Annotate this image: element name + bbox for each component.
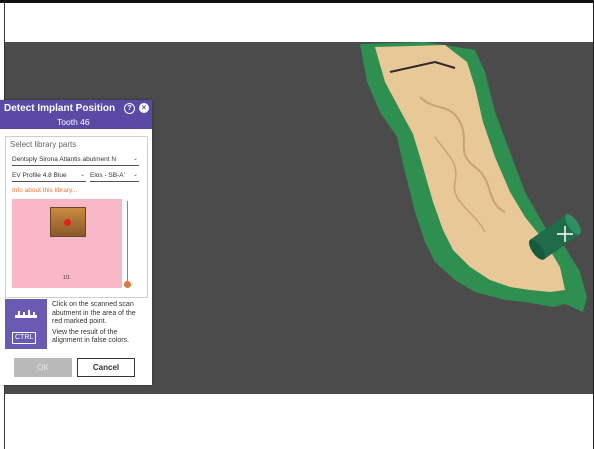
hint-text: Click on the scanned scan abutment in th… [52,301,146,348]
dialog-header: Detect Implant Position Tooth 46 ? × [0,100,152,129]
hint-line-2: View the result of the alignment in fals… [52,328,130,345]
library-part-preview[interactable]: 1/1 [12,199,122,288]
scan-abutment-icon [15,310,37,318]
dialog-title: Detect Implant Position [4,103,116,114]
hint-line-1: Click on the scanned scan abutment in th… [52,301,136,325]
library-parts-panel: Select library parts Dentsply Sirona Atl… [5,136,148,298]
type-select-value: Elos - SB-A' [90,172,125,179]
library-parts-label: Select library parts [10,140,77,149]
cancel-button[interactable]: Cancel [77,358,135,377]
preview-slider-thumb[interactable] [124,281,131,288]
preview-slider-track[interactable] [127,201,128,283]
instruction-hint: CTRL Click on the scanned scan abutment … [5,299,146,349]
chevron-down-icon: ⌄ [132,172,138,178]
ok-button[interactable]: OK [14,358,72,377]
type-select[interactable]: Elos - SB-A' ⌄ [90,170,139,182]
window-top-border [0,0,594,3]
ctrl-key-badge: CTRL [12,332,37,344]
chevron-down-icon: ⌄ [132,156,138,162]
profile-select[interactable]: EV Profile 4.8 Blue ⌄ [12,170,86,182]
detect-implant-dialog: Detect Implant Position Tooth 46 ? × Sel… [0,100,152,385]
manufacturer-select-value: Dentsply Sirona Atlantis abutment N [12,156,117,163]
library-info-link[interactable]: Info about this library... [12,187,77,194]
manufacturer-select[interactable]: Dentsply Sirona Atlantis abutment N ⌄ [12,154,139,166]
chevron-down-icon: ⌄ [79,172,85,178]
profile-select-value: EV Profile 4.8 Blue [12,172,67,179]
red-marked-point [64,219,71,226]
hint-icon-panel: CTRL [5,299,47,349]
dialog-subtitle: Tooth 46 [57,117,90,127]
close-icon[interactable]: × [139,103,149,113]
abutment-thumbnail[interactable] [50,207,86,237]
help-icon[interactable]: ? [124,103,135,114]
preview-page-indicator: 1/1 [63,275,70,281]
